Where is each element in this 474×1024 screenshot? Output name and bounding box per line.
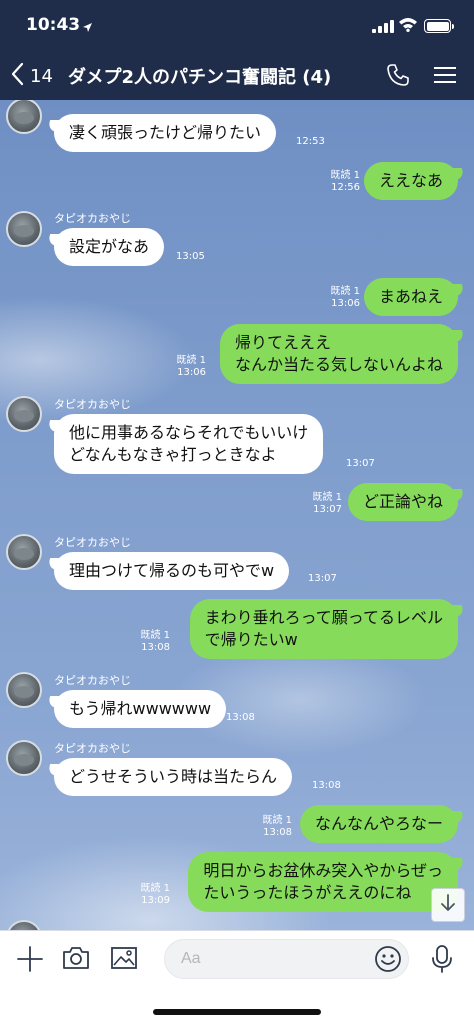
message-time: 13:06 [331,298,360,309]
message-bubble-incoming[interactable]: もう帰れwwwwww [54,690,227,728]
message-time: 13:06 [177,367,206,378]
chat-area[interactable]: 凄く頑張ったけど帰りたい 12:53 既読 1 12:56 ええなあ タピオカお… [0,100,474,930]
camera-icon[interactable] [62,945,90,975]
message-time: 13:08 [141,642,170,653]
avatar[interactable] [6,396,42,432]
read-receipt: 既読 1 [140,630,170,641]
plus-icon[interactable] [16,945,44,977]
unread-count: 14 [30,65,53,87]
phone-icon[interactable] [386,63,410,91]
sender-name: タピオカおやじ [54,536,131,549]
message-time: 13:07 [308,573,337,584]
message-time: 13:09 [141,895,170,906]
status-bar: 10:43 [0,0,474,50]
message-line: 他に用事あるならそれでもいいけ [69,423,309,442]
message-time: 13:07 [313,504,342,515]
message-input[interactable] [164,939,409,979]
avatar[interactable] [6,920,42,930]
message-bubble-incoming[interactable]: どうせそういう時は当たらん [54,758,293,796]
message-time: 13:08 [263,827,292,838]
sender-name: タピオカおやじ [54,212,131,225]
message-bubble-outgoing[interactable]: 明日からお盆休み突入やからぜっ たいうったほうがええのにね [188,852,458,912]
message-bubble-outgoing[interactable]: まあねえ [363,278,458,316]
sender-name: タピオカおやじ [54,674,131,687]
emoji-icon[interactable] [374,945,402,977]
message-bubble-incoming[interactable]: 理由つけて帰るのも可やでw [54,552,290,590]
message-line: 帰りてえええ [234,333,331,352]
read-receipt: 既読 1 [330,170,360,181]
message-line: で帰りたいw [204,630,298,649]
read-receipt: 既読 1 [330,286,360,297]
message-bubble-outgoing[interactable]: ど正論やね [347,483,458,521]
message-line: まわり垂れろって願ってるレベル [204,608,443,627]
message-line: どなんもなきゃ打っときなよ [69,445,277,464]
read-receipt: 既読 1 [312,492,342,503]
message-line: たいうったほうがええのにね [203,883,412,902]
read-receipt: 既読 1 [140,883,170,894]
read-receipt: 既読 1 [262,815,292,826]
message-time: 13:08 [226,712,255,723]
avatar[interactable] [6,672,42,708]
location-arrow-icon [82,18,93,37]
image-icon[interactable] [110,945,138,975]
back-chevron-icon [10,62,24,90]
home-indicator[interactable] [153,1009,321,1015]
scroll-down-icon [440,894,456,916]
scroll-to-bottom-button[interactable] [431,888,465,922]
message-time: 13:08 [312,780,341,791]
message-line: なんか当たる気しないんよね [234,355,443,374]
signal-icon [372,20,394,33]
avatar[interactable] [6,211,42,247]
message-bubble-outgoing[interactable]: ええなあ [363,162,458,200]
sender-name: タピオカおやじ [54,398,131,411]
avatar[interactable] [6,534,42,570]
message-bubble-incoming[interactable]: 凄く頑張ったけど帰りたい [54,114,277,152]
message-time: 13:05 [176,251,205,262]
battery-icon [424,19,454,33]
avatar[interactable] [6,100,42,134]
mic-icon[interactable] [430,944,454,978]
back-button[interactable]: 14 [10,62,53,90]
message-bubble-incoming[interactable]: 他に用事あるならそれでもいいけ どなんもなきゃ打っときなよ [54,414,324,474]
message-bubble-outgoing[interactable]: なんなんやろなー [299,805,458,843]
message-bubble-incoming[interactable]: 設定がなあ [54,228,165,266]
avatar[interactable] [6,740,42,776]
chat-title: ダメプ2人のパチンコ奮闘記 (4) [68,67,332,88]
chat-header: 14 ダメプ2人のパチンコ奮闘記 (4) [0,50,474,100]
wifi-icon [398,17,418,36]
message-time: 13:07 [346,458,375,469]
message-time: 12:56 [331,182,360,193]
message-bubble-outgoing[interactable]: 帰りてえええ なんか当たる気しないんよね [219,324,458,384]
message-line: 明日からお盆休み突入やからぜっ [203,861,443,880]
status-time: 10:43 [26,15,81,35]
message-bubble-outgoing[interactable]: まわり垂れろって願ってるレベル で帰りたいw [189,599,458,659]
message-time: 12:53 [296,136,325,147]
read-receipt: 既読 1 [176,355,206,366]
sender-name: タピオカおやじ [54,742,131,755]
menu-icon[interactable] [434,66,456,88]
